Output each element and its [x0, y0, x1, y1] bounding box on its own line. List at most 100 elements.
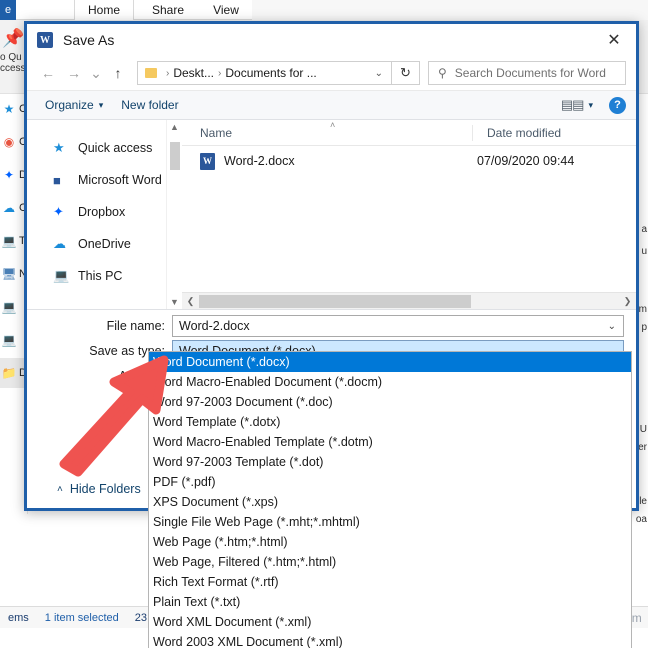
hide-folders-button[interactable]: ˄ Hide Folders: [57, 482, 141, 496]
dropdown-option[interactable]: Word Macro-Enabled Document (*.docm): [149, 372, 631, 392]
background-tab-home[interactable]: Home: [74, 0, 134, 20]
scrollbar-thumb[interactable]: [170, 142, 180, 170]
dropdown-option[interactable]: Plain Text (*.txt): [149, 592, 631, 612]
background-right-text: oa: [635, 514, 647, 525]
breadcrumb-item-0[interactable]: Deskt...: [173, 66, 214, 80]
dropdown-option[interactable]: Word Template (*.dotx): [149, 412, 631, 432]
background-tab-file[interactable]: e: [0, 0, 16, 20]
dropdown-option[interactable]: Word 97-2003 Document (*.doc): [149, 392, 631, 412]
word-icon: W: [37, 32, 53, 48]
pin-icon[interactable]: 📌: [2, 28, 24, 50]
refresh-icon[interactable]: ↻: [392, 61, 420, 85]
place-label: Microsoft Word: [78, 173, 162, 187]
dropdown-option[interactable]: Word 2003 XML Document (*.xml): [149, 632, 631, 648]
word-doc-icon: [200, 152, 215, 170]
folder-icon: [145, 68, 157, 78]
network-icon: 🖥: [1, 267, 17, 281]
arrow-up-icon[interactable]: ↑: [105, 60, 131, 86]
chevron-up-icon: ˄: [57, 483, 63, 495]
chevron-down-icon[interactable]: ⌄: [87, 60, 105, 86]
place-label: Quick access: [78, 141, 153, 155]
breadcrumb-item-1[interactable]: Documents for ...: [225, 66, 316, 80]
background-right-text: u: [641, 246, 647, 257]
word-icon: ■: [53, 172, 61, 188]
dropdown-option[interactable]: Rich Text Format (*.rtf): [149, 572, 631, 592]
places-pane: ★ Quick access ■ Microsoft Word ✦ Dropbo…: [27, 120, 182, 309]
background-right-text: a: [641, 224, 647, 235]
chevron-down-icon[interactable]: ▾: [588, 100, 593, 111]
dropdown-option[interactable]: XPS Document (*.xps): [149, 492, 631, 512]
column-header-name[interactable]: Name: [182, 126, 472, 140]
address-bar[interactable]: › Deskt... › Documents for ... ⌄: [137, 61, 392, 85]
organize-button[interactable]: Organize ▾: [45, 98, 103, 112]
this-pc-icon: 💻: [53, 268, 70, 283]
dropbox-icon: ✦: [53, 204, 64, 219]
background-tab-view[interactable]: View: [200, 0, 252, 20]
file-name-value: Word-2.docx: [179, 319, 250, 333]
file-list-horizontal-scrollbar[interactable]: ❮ ❯: [182, 292, 636, 309]
chevron-down-icon[interactable]: ⌄: [608, 321, 616, 332]
new-folder-button[interactable]: New folder: [121, 98, 178, 112]
dropdown-option[interactable]: Web Page, Filtered (*.htm;*.html): [149, 552, 631, 572]
chevron-down-icon[interactable]: ⌄: [375, 68, 383, 79]
places-scrollbar[interactable]: ▲ ▼: [166, 120, 182, 309]
sort-indicator-icon: ˄: [330, 120, 336, 130]
dropdown-option[interactable]: Word 97-2003 Template (*.dot): [149, 452, 631, 472]
dialog-toolbar: Organize ▾ New folder ▤▤ ▾ ?: [27, 90, 636, 120]
place-label: Dropbox: [78, 205, 126, 219]
close-icon[interactable]: ✕: [592, 24, 636, 55]
toolbar-right-group: ▤▤ ▾ ?: [561, 96, 626, 114]
dialog-main-area: ★ Quick access ■ Microsoft Word ✦ Dropbo…: [27, 120, 636, 310]
place-item-quick-access[interactable]: ★ Quick access: [27, 132, 182, 164]
file-list-header: Name Date modified ˄: [182, 120, 636, 146]
place-item-onedrive[interactable]: ☁ OneDrive: [27, 228, 182, 260]
file-name-cell: Word-2.docx: [224, 154, 295, 168]
desktop-icon: 💻: [1, 333, 17, 347]
background-tab-share[interactable]: Share: [140, 0, 196, 20]
chevron-down-icon: ▾: [98, 99, 104, 110]
table-row[interactable]: Word-2.docx 07/09/2020 09:44: [182, 146, 636, 176]
dropdown-option[interactable]: Single File Web Page (*.mht;*.mhtml): [149, 512, 631, 532]
place-item-microsoft-word[interactable]: ■ Microsoft Word: [27, 164, 182, 196]
creative-cloud-icon: ◉: [3, 135, 15, 149]
view-layout-icon[interactable]: ▤▤: [561, 97, 585, 113]
chevron-right-icon[interactable]: ❯: [619, 296, 636, 307]
search-input[interactable]: ⚲ Search Documents for Word: [428, 61, 626, 85]
chevron-up-icon[interactable]: ▲: [170, 122, 179, 132]
arrow-right-icon[interactable]: →: [61, 60, 87, 86]
arrow-left-icon[interactable]: ←: [35, 60, 61, 86]
file-name-input[interactable]: Word-2.docx ⌄: [172, 315, 624, 337]
quick-access-star-icon: ★: [3, 102, 15, 116]
place-label: OneDrive: [78, 237, 131, 251]
dropdown-option[interactable]: PDF (*.pdf): [149, 472, 631, 492]
dropbox-icon: ✦: [3, 168, 15, 182]
chevron-down-icon[interactable]: ▼: [170, 297, 179, 307]
screenshot-root: e Home Share View 📌 o Qu ccess ★ C ◉ C ✦ D …: [0, 0, 648, 648]
chevron-left-icon[interactable]: ❮: [182, 296, 199, 307]
new-folder-label: New folder: [121, 98, 179, 112]
background-right-text: le: [639, 496, 647, 507]
save-as-type-dropdown-list[interactable]: Word Document (*.docx) Word Macro-Enable…: [148, 351, 632, 648]
place-item-this-pc[interactable]: 💻 This PC: [27, 260, 182, 292]
scrollbar-track[interactable]: [199, 293, 619, 309]
column-header-date-modified[interactable]: Date modified: [472, 124, 561, 141]
help-icon[interactable]: ?: [609, 96, 626, 114]
place-item-dropbox[interactable]: ✦ Dropbox: [27, 196, 182, 228]
dropdown-option[interactable]: Web Page (*.htm;*.html): [149, 532, 631, 552]
file-list-pane: Name Date modified ˄ Word-2.docx 07/09/2…: [182, 120, 636, 309]
background-right-text: p: [641, 322, 647, 333]
dropdown-option[interactable]: Word XML Document (*.xml): [149, 612, 631, 632]
breadcrumb-separator: ›: [218, 67, 222, 79]
scrollbar-thumb[interactable]: [199, 295, 471, 308]
background-tabstrip-filler: [252, 0, 648, 20]
background-right-text: er: [638, 442, 647, 453]
file-name-label: File name:: [106, 319, 165, 333]
background-tabstrip: e Home Share View: [0, 0, 648, 20]
search-icon: ⚲: [438, 66, 447, 80]
dropdown-option[interactable]: Word Macro-Enabled Template (*.dotm): [149, 432, 631, 452]
star-icon: ★: [53, 140, 65, 155]
dropdown-option[interactable]: Word Document (*.docx): [149, 352, 631, 372]
status-selection-count: 1 item selected: [44, 611, 119, 624]
address-leading-separator: ›: [166, 67, 170, 79]
file-name-row: File name: Word-2.docx ⌄: [27, 313, 636, 339]
